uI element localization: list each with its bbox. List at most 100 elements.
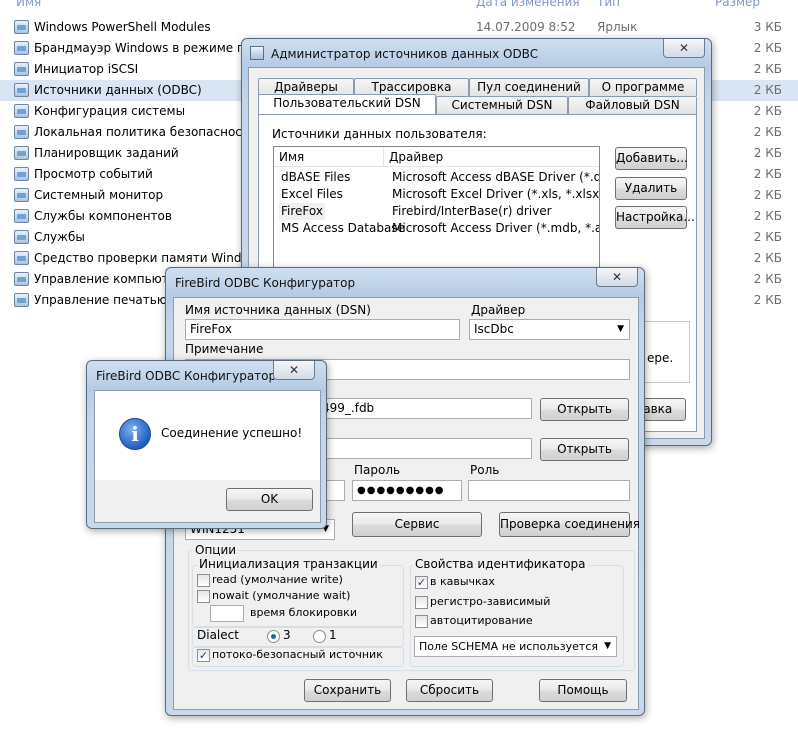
item-name: Управление компьютер xyxy=(34,272,184,286)
open-database-button[interactable]: Открыть xyxy=(540,398,629,421)
chevron-down-icon: ▼ xyxy=(617,324,624,334)
driver-label: Драйвер xyxy=(471,303,526,317)
dialect-3-radio[interactable] xyxy=(267,630,280,643)
dialect-1-label: 1 xyxy=(329,628,337,642)
window-title: Администратор источников данных ODBC xyxy=(271,47,539,61)
quoted-label: в кавычках xyxy=(430,575,495,588)
help-button[interactable]: Помощь xyxy=(539,679,627,702)
item-name: Просмотр событий xyxy=(34,167,153,181)
window-title: FireBird ODBC Конфигуратор xyxy=(175,276,356,290)
item-type: Ярлык xyxy=(597,20,638,34)
tab-about[interactable]: О программе xyxy=(589,78,697,96)
dialect-1-radio[interactable] xyxy=(313,630,326,643)
shortcut-icon xyxy=(14,62,29,76)
shortcut-icon xyxy=(14,188,29,202)
shortcut-icon xyxy=(14,167,29,181)
close-button[interactable]: ✕ xyxy=(596,268,638,287)
add-button[interactable]: Добавить... xyxy=(615,147,688,170)
remove-button[interactable]: Удалить xyxy=(615,177,687,200)
window-title: FireBird ODBC Конфигуратор xyxy=(96,369,277,383)
threadsafe-label: потоко-безопасный источник xyxy=(212,648,383,661)
options-label: Опции xyxy=(193,543,239,557)
column-header-size[interactable]: Размер xyxy=(715,0,760,9)
ok-button[interactable]: OK xyxy=(226,488,313,511)
password-label: Пароль xyxy=(354,463,401,477)
schema-select[interactable]: Поле SCHEMA не используется ▼ xyxy=(414,636,617,657)
driver-select[interactable]: IscDbc ▼ xyxy=(469,319,630,340)
test-connection-button[interactable]: Проверка соединения xyxy=(499,512,640,537)
tab-system-dsn[interactable]: Системный DSN xyxy=(436,96,568,114)
item-size: 2 КБ xyxy=(753,272,782,286)
row-name: FireFox xyxy=(279,203,325,220)
item-size: 2 КБ xyxy=(753,230,782,244)
schema-value: Поле SCHEMA не используется xyxy=(419,640,598,653)
row-driver: Microsoft Access Driver (*.mdb, *.accdb) xyxy=(392,221,599,235)
dsn-input[interactable]: FireFox xyxy=(185,319,460,340)
close-button[interactable]: ✕ xyxy=(273,361,315,380)
tab-user-dsn[interactable]: Пользовательский DSN xyxy=(258,94,436,115)
column-driver[interactable]: Драйвер xyxy=(384,147,599,167)
configure-button[interactable]: Настройка... xyxy=(615,206,695,229)
column-name[interactable]: Имя xyxy=(274,147,384,167)
shortcut-icon xyxy=(14,104,29,118)
shortcut-icon xyxy=(14,272,29,286)
section-label: Источники данных пользователя: xyxy=(272,127,487,141)
quoted-checkbox[interactable]: ✓ xyxy=(415,576,428,589)
info-icon: i xyxy=(119,418,151,450)
case-sensitive-label: регистро-зависимый xyxy=(430,595,551,608)
item-size: 2 КБ xyxy=(753,251,782,265)
item-date: 14.07.2009 8:52 xyxy=(476,20,576,34)
item-size: 2 КБ xyxy=(753,104,782,118)
item-size: 2 КБ xyxy=(753,83,782,97)
shortcut-icon xyxy=(14,209,29,223)
item-name: Инициатор iSCSI xyxy=(34,62,139,76)
save-button[interactable]: Сохранить xyxy=(304,679,391,702)
item-name: Конфигурация системы xyxy=(34,104,186,118)
role-input[interactable] xyxy=(468,480,630,501)
close-button[interactable]: ✕ xyxy=(663,39,705,58)
row-name: dBASE Files xyxy=(281,170,351,184)
item-name: Службы компонентов xyxy=(34,209,172,223)
tab-connection-pooling[interactable]: Пул соединений xyxy=(469,78,589,96)
item-name: Службы xyxy=(34,230,85,244)
lock-time-label: время блокировки xyxy=(250,606,357,619)
case-sensitive-checkbox[interactable] xyxy=(415,596,428,609)
role-label: Роль xyxy=(470,463,500,477)
autoquote-label: автоцитирование xyxy=(430,614,533,627)
nowait-label: nowait (умолчание wait) xyxy=(212,589,351,602)
item-size: 2 КБ xyxy=(753,62,782,76)
open-client-button[interactable]: Открыть xyxy=(540,438,629,461)
row-driver: Microsoft Access dBASE Driver (*.dbf, *.… xyxy=(392,170,599,184)
message-box-body: i Соединение успешно! OK xyxy=(94,390,321,523)
item-name: Брандмауэр Windows в режиме повы xyxy=(34,41,269,55)
item-name: Системный монитор xyxy=(34,188,164,202)
service-button[interactable]: Сервис xyxy=(352,512,482,537)
read-checkbox[interactable] xyxy=(197,574,210,587)
item-size: 2 КБ xyxy=(753,167,782,181)
row-name: MS Access Database xyxy=(281,221,405,235)
column-header-name[interactable]: Имя xyxy=(16,0,41,9)
shortcut-icon xyxy=(14,20,29,34)
dialect-3-label: 3 xyxy=(283,628,291,642)
shortcut-icon xyxy=(14,125,29,139)
autoquote-checkbox[interactable] xyxy=(415,615,428,628)
password-input[interactable]: ●●●●●●●●● xyxy=(352,480,462,501)
message-text: Соединение успешно! xyxy=(161,426,303,440)
item-size: 2 КБ xyxy=(753,146,782,160)
nowait-checkbox[interactable] xyxy=(197,590,210,603)
dsn-list[interactable]: Имя Драйвер dBASE Files Microsoft Access… xyxy=(273,146,600,268)
tab-file-dsn[interactable]: Файловый DSN xyxy=(568,96,697,114)
lock-time-input[interactable] xyxy=(210,605,244,622)
column-header-date[interactable]: Дата изменения xyxy=(476,0,580,9)
list-item[interactable]: Windows PowerShell Modules 14.07.2009 8:… xyxy=(0,17,798,38)
item-size: 2 КБ xyxy=(753,209,782,223)
shortcut-icon xyxy=(14,83,29,97)
threadsafe-checkbox[interactable]: ✓ xyxy=(197,649,210,662)
reset-button[interactable]: Сбросить xyxy=(406,679,493,702)
item-name: Локальная политика безопасности xyxy=(34,125,257,139)
identifier-group-label: Свойства идентификатора xyxy=(413,557,588,571)
shortcut-icon xyxy=(14,251,29,265)
dialect-label: Dialect xyxy=(197,628,239,642)
item-size: 3 КБ xyxy=(753,20,782,34)
column-header-type[interactable]: Тип xyxy=(597,0,620,9)
